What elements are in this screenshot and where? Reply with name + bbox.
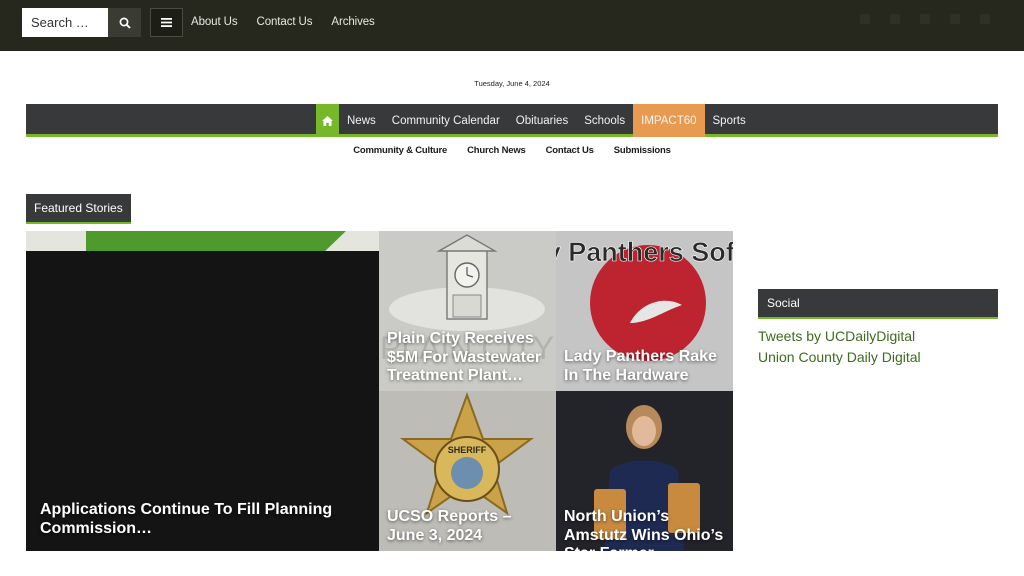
nav-schools[interactable]: Schools: [576, 104, 633, 137]
story-title[interactable]: UCSO Reports – June 3, 2024: [387, 508, 552, 545]
featured-grid: Applications Continue To Fill Planning C…: [26, 231, 733, 551]
nav-community-calendar[interactable]: Community Calendar: [384, 104, 508, 137]
main-navigation: News Community Calendar Obituaries Schoo…: [26, 104, 998, 137]
story-image-text: Lady Panthers Softball: [556, 237, 733, 267]
story-image-text: SHERIFF: [448, 445, 487, 455]
facebook-page-link[interactable]: Union County Daily Digital: [758, 349, 921, 365]
story-image: [26, 231, 379, 251]
nav-impact60[interactable]: IMPACT60: [633, 104, 705, 137]
search-icon: [119, 17, 131, 29]
featured-story-planning[interactable]: Applications Continue To Fill Planning C…: [26, 231, 379, 551]
subnav-church-news[interactable]: Church News: [467, 145, 526, 156]
story-title[interactable]: North Union’s Amstutz Wins Ohio’s Star F…: [564, 508, 732, 551]
social-icon[interactable]: [920, 14, 930, 24]
nav-sports[interactable]: Sports: [705, 104, 754, 137]
top-bar: Search … About Us Contact Us Archives: [0, 0, 1024, 51]
nav-home[interactable]: [316, 104, 339, 137]
home-icon: [322, 115, 333, 126]
top-link-about-us[interactable]: About Us: [191, 16, 238, 28]
twitter-timeline-link[interactable]: Tweets by UCDailyDigital: [758, 328, 915, 344]
social-icon[interactable]: [980, 14, 990, 24]
social-widget-heading: Social: [758, 289, 998, 319]
nav-obituaries[interactable]: Obituaries: [508, 104, 576, 137]
top-links: About Us Contact Us Archives: [191, 0, 394, 44]
search-input[interactable]: Search …: [22, 8, 108, 37]
subnav-contact-us[interactable]: Contact Us: [546, 145, 594, 156]
menu-icon: [161, 18, 172, 27]
top-link-archives[interactable]: Archives: [331, 16, 374, 28]
subnav-submissions[interactable]: Submissions: [614, 145, 671, 156]
current-date: Tuesday, June 4, 2024: [474, 79, 550, 88]
story-title[interactable]: Lady Panthers Rake In The Hardware: [564, 348, 729, 385]
social-icon[interactable]: [890, 14, 900, 24]
top-link-contact-us[interactable]: Contact Us: [257, 16, 313, 28]
nav-news[interactable]: News: [339, 104, 384, 137]
story-title[interactable]: Plain City Receives $5M For Wastewater T…: [387, 330, 552, 386]
social-icon[interactable]: [950, 14, 960, 24]
social-icon[interactable]: [860, 14, 870, 24]
top-social-icons: [840, 14, 990, 24]
search-button[interactable]: [108, 8, 141, 37]
featured-story-lady-panthers[interactable]: Lady Panthers Softball Lady Panthers Rak…: [556, 231, 733, 391]
secondary-navigation: Community & Culture Church News Contact …: [0, 145, 1024, 156]
story-title[interactable]: Applications Continue To Fill Planning C…: [40, 501, 340, 538]
featured-story-ucso-reports[interactable]: SHERIFF UCSO Reports – June 3, 2024: [379, 391, 556, 551]
subnav-community-culture[interactable]: Community & Culture: [353, 145, 447, 156]
menu-toggle-button[interactable]: [150, 8, 183, 37]
featured-stories-heading: Featured Stories: [26, 194, 131, 224]
featured-story-star-farmer[interactable]: North Union’s Amstutz Wins Ohio’s Star F…: [556, 391, 733, 551]
featured-story-plain-city[interactable]: PLAIN CITY Plain City Receives $5M For W…: [379, 231, 556, 391]
